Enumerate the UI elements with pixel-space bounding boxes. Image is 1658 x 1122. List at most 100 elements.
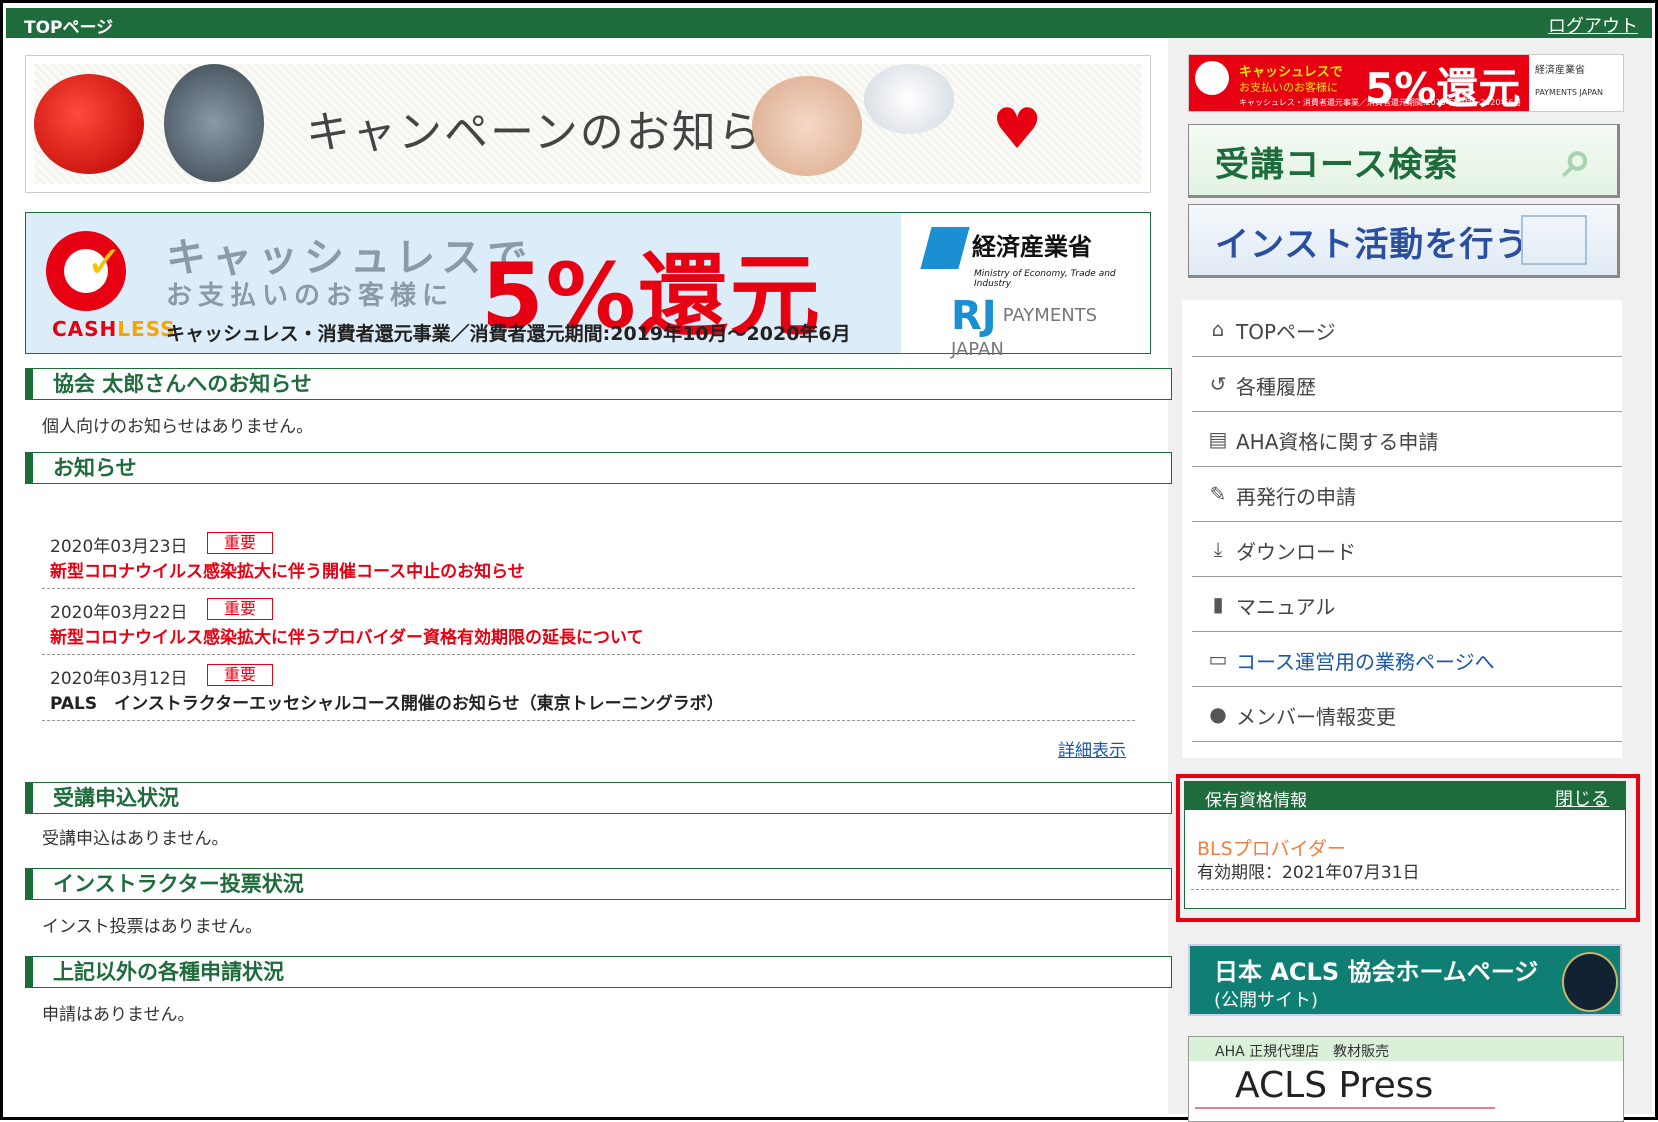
other-applications-header: 上記以外の各種申請状況 bbox=[25, 956, 1172, 988]
nav-item-label: メンバー情報変更 bbox=[1236, 705, 1396, 729]
family-image bbox=[164, 64, 264, 182]
notice-date: 2020年03月12日 bbox=[50, 669, 188, 689]
notice-title-link[interactable]: 新型コロナウイルス感染拡大に伴うプロバイダー資格有効期限の延長について bbox=[50, 623, 643, 648]
campaign-title: キャンペーンのお知らせ bbox=[306, 107, 809, 158]
cashless-banner[interactable]: ✓ CASHLESS キャッシュレスで お支払いのお客様に 5%還元 キャッシュ… bbox=[25, 212, 1151, 360]
important-badge: 重要 bbox=[207, 532, 273, 554]
magnifier-icon: ⌕ bbox=[1562, 129, 1593, 189]
notice-title-link[interactable]: 新型コロナウイルス感染拡大に伴う開催コース中止のお知らせ bbox=[50, 557, 525, 582]
book-icon: ▮ bbox=[1212, 592, 1224, 616]
notice-title-link[interactable]: PALS インストラクターエッセシャルコース開催のお知らせ（東京トレーニングラボ… bbox=[50, 689, 724, 714]
nav-item-label: 各種履歴 bbox=[1236, 375, 1316, 399]
nav-item-label: AHA資格に関する申請 bbox=[1236, 430, 1439, 454]
qualification-panel-header: 保有資格情報 閉じる bbox=[1185, 782, 1625, 811]
meti-mark-icon bbox=[920, 227, 970, 269]
payments-japan-logo: RJ PAYMENTS JAPAN bbox=[951, 293, 1150, 360]
aed-image bbox=[34, 74, 144, 174]
instructor-vote-header: インストラクター投票状況 bbox=[25, 868, 1172, 900]
meti-logo: 経済産業省 Ministry of Economy, Trade and Indu… bbox=[920, 227, 1150, 289]
mini-cashless-main: キャッシュレスで お支払いのお客様に 5%還元 キャッシュレス・消費者還元事業／… bbox=[1189, 55, 1529, 113]
notice-date: 2020年03月22日 bbox=[50, 603, 188, 623]
important-badge: 重要 bbox=[207, 598, 273, 620]
ecg-line-icon bbox=[1195, 1107, 1495, 1109]
cashless-brand: CASHLESS bbox=[52, 317, 176, 341]
nav-item-download[interactable]: ⤓ ダウンロード bbox=[1192, 522, 1622, 577]
acls-press-header: AHA 正規代理店 教材販売 bbox=[1189, 1037, 1623, 1061]
nav-item-top[interactable]: ⌂ TOPページ bbox=[1192, 302, 1622, 357]
cashless-logo-icon: ✓ bbox=[46, 231, 126, 311]
hands-image bbox=[752, 76, 862, 176]
qualification-panel: 保有資格情報 閉じる BLSプロバイダー 有効期限：2021年07月31日 bbox=[1184, 781, 1626, 909]
history-icon: ↺ bbox=[1209, 372, 1227, 396]
acls-press-header-text: AHA 正規代理店 教材販売 bbox=[1215, 1044, 1390, 1060]
nav-item-manual[interactable]: ▮ マニュアル bbox=[1192, 577, 1622, 632]
qualification-name-link[interactable]: BLSプロバイダー bbox=[1197, 834, 1346, 861]
mini-cashless-sub: キャッシュレス・消費者還元事業／消費者還元期間:2019年10月〜2020年6月 bbox=[1239, 98, 1522, 107]
qualification-expiry: 有効期限：2021年07月31日 bbox=[1197, 863, 1420, 883]
other-applications-empty: 申請はありません。 bbox=[42, 1005, 195, 1025]
notice-date: 2020年03月23日 bbox=[50, 537, 188, 557]
nav-item-label: コース運営用の業務ページへ bbox=[1236, 650, 1495, 674]
nav-item-reissue[interactable]: ✎ 再発行の申請 bbox=[1192, 467, 1622, 522]
qualification-close-link[interactable]: 閉じる bbox=[1555, 785, 1609, 811]
mini-cashless-logos: 経済産業省 PAYMENTS JAPAN bbox=[1535, 61, 1603, 97]
qualification-title: 保有資格情報 bbox=[1205, 791, 1307, 811]
mini-payments-japan: PAYMENTS JAPAN bbox=[1535, 88, 1603, 97]
nav-item-label: 再発行の申請 bbox=[1236, 485, 1356, 509]
acls-press-banner[interactable]: AHA 正規代理店 教材販売 ACLS Press bbox=[1188, 1036, 1624, 1122]
nav-item-member-info[interactable]: ● メンバー情報変更 bbox=[1192, 687, 1622, 742]
nav-item-course-operations[interactable]: ▭ コース運営用の業務ページへ bbox=[1192, 632, 1622, 687]
presenter-icon bbox=[1521, 215, 1587, 265]
course-application-empty: 受講申込はありません。 bbox=[42, 829, 229, 849]
monitor-icon: ▭ bbox=[1208, 647, 1228, 671]
personal-notices-header: 協会 太郎さんへのお知らせ bbox=[25, 368, 1172, 400]
id-card-icon: ▤ bbox=[1208, 427, 1228, 451]
nav-item-label: ダウンロード bbox=[1236, 540, 1356, 564]
course-search-label: 受講コース検索 bbox=[1215, 145, 1459, 185]
notices-more-link[interactable]: 詳細表示 bbox=[1058, 736, 1126, 761]
divider bbox=[1191, 889, 1619, 890]
mini-cashless-line2: お支払いのお客様に bbox=[1239, 81, 1338, 94]
acls-homepage-banner[interactable]: 日本 ACLS 協会ホームページ (公開サイト) bbox=[1188, 944, 1622, 1016]
important-badge: 重要 bbox=[207, 664, 273, 686]
nav-item-label: TOPページ bbox=[1236, 320, 1336, 344]
download-icon: ⤓ bbox=[1213, 537, 1223, 561]
instructor-activity-label: インスト活動を行う bbox=[1215, 225, 1530, 265]
cashless-logo-icon bbox=[1195, 61, 1229, 95]
cashless-subtext: キャッシュレス・消費者還元事業／消費者還元期間:2019年10月〜2020年6月 bbox=[166, 323, 851, 345]
nav-item-aha-application[interactable]: ▤ AHA資格に関する申請 bbox=[1192, 412, 1622, 467]
nav-item-label: マニュアル bbox=[1236, 595, 1336, 619]
meti-name-en: Ministry of Economy, Trade and Industry bbox=[974, 269, 1116, 289]
notices-header: お知らせ bbox=[25, 452, 1172, 484]
acls-homepage-title: 日本 ACLS 協会ホームページ bbox=[1214, 958, 1539, 986]
side-nav-menu: ⌂ TOPページ ↺ 各種履歴 ▤ AHA資格に関する申請 ✎ 再発行の申請 ⤓… bbox=[1182, 300, 1622, 758]
home-icon: ⌂ bbox=[1211, 317, 1225, 341]
nav-item-history[interactable]: ↺ 各種履歴 bbox=[1192, 357, 1622, 412]
course-application-header: 受講申込状況 bbox=[25, 782, 1172, 814]
cashless-brand-a: CASH bbox=[52, 317, 118, 341]
acls-seal-icon bbox=[1562, 952, 1618, 1012]
page-title: TOPページ bbox=[24, 18, 114, 38]
instructor-activity-button[interactable]: インスト活動を行う bbox=[1188, 204, 1620, 278]
heart-icon: ♥ bbox=[992, 97, 1043, 162]
cashless-line2: お支払いのお客様に bbox=[166, 281, 455, 311]
mini-cashless-banner[interactable]: キャッシュレスで お支払いのお客様に 5%還元 キャッシュレス・消費者還元事業／… bbox=[1188, 54, 1624, 113]
list-item: 2020年03月22日 重要 新型コロナウイルス感染拡大に伴うプロバイダー資格有… bbox=[42, 598, 1135, 655]
acls-homepage-subtitle: (公開サイト) bbox=[1214, 990, 1319, 1011]
mini-cashless-line1: キャッシュレスで bbox=[1239, 65, 1343, 80]
campaign-banner[interactable]: キャンペーンのお知らせ ♥ bbox=[25, 55, 1151, 193]
logout-link[interactable]: ログアウト bbox=[1548, 12, 1638, 38]
instructor-vote-empty: インスト投票はありません。 bbox=[42, 917, 263, 937]
campaign-banner-image: キャンペーンのお知らせ ♥ bbox=[34, 64, 1142, 184]
edit-icon: ✎ bbox=[1209, 482, 1227, 506]
user-icon: ● bbox=[1209, 702, 1227, 726]
ambulance-image bbox=[864, 64, 954, 134]
cashless-banner-main: ✓ CASHLESS キャッシュレスで お支払いのお客様に 5%還元 キャッシュ… bbox=[26, 213, 901, 353]
course-search-button[interactable]: 受講コース検索 ⌕ bbox=[1188, 124, 1620, 198]
list-item: 2020年03月12日 重要 PALS インストラクターエッセシャルコース開催の… bbox=[42, 664, 1135, 721]
personal-notices-empty: 個人向けのお知らせはありません。 bbox=[42, 417, 314, 437]
payments-japan-mark: RJ bbox=[951, 293, 997, 339]
list-item: 2020年03月23日 重要 新型コロナウイルス感染拡大に伴う開催コース中止のお… bbox=[42, 532, 1135, 589]
top-bar: TOPページ ログアウト bbox=[6, 8, 1652, 38]
meti-name: 経済産業省 bbox=[972, 233, 1092, 261]
